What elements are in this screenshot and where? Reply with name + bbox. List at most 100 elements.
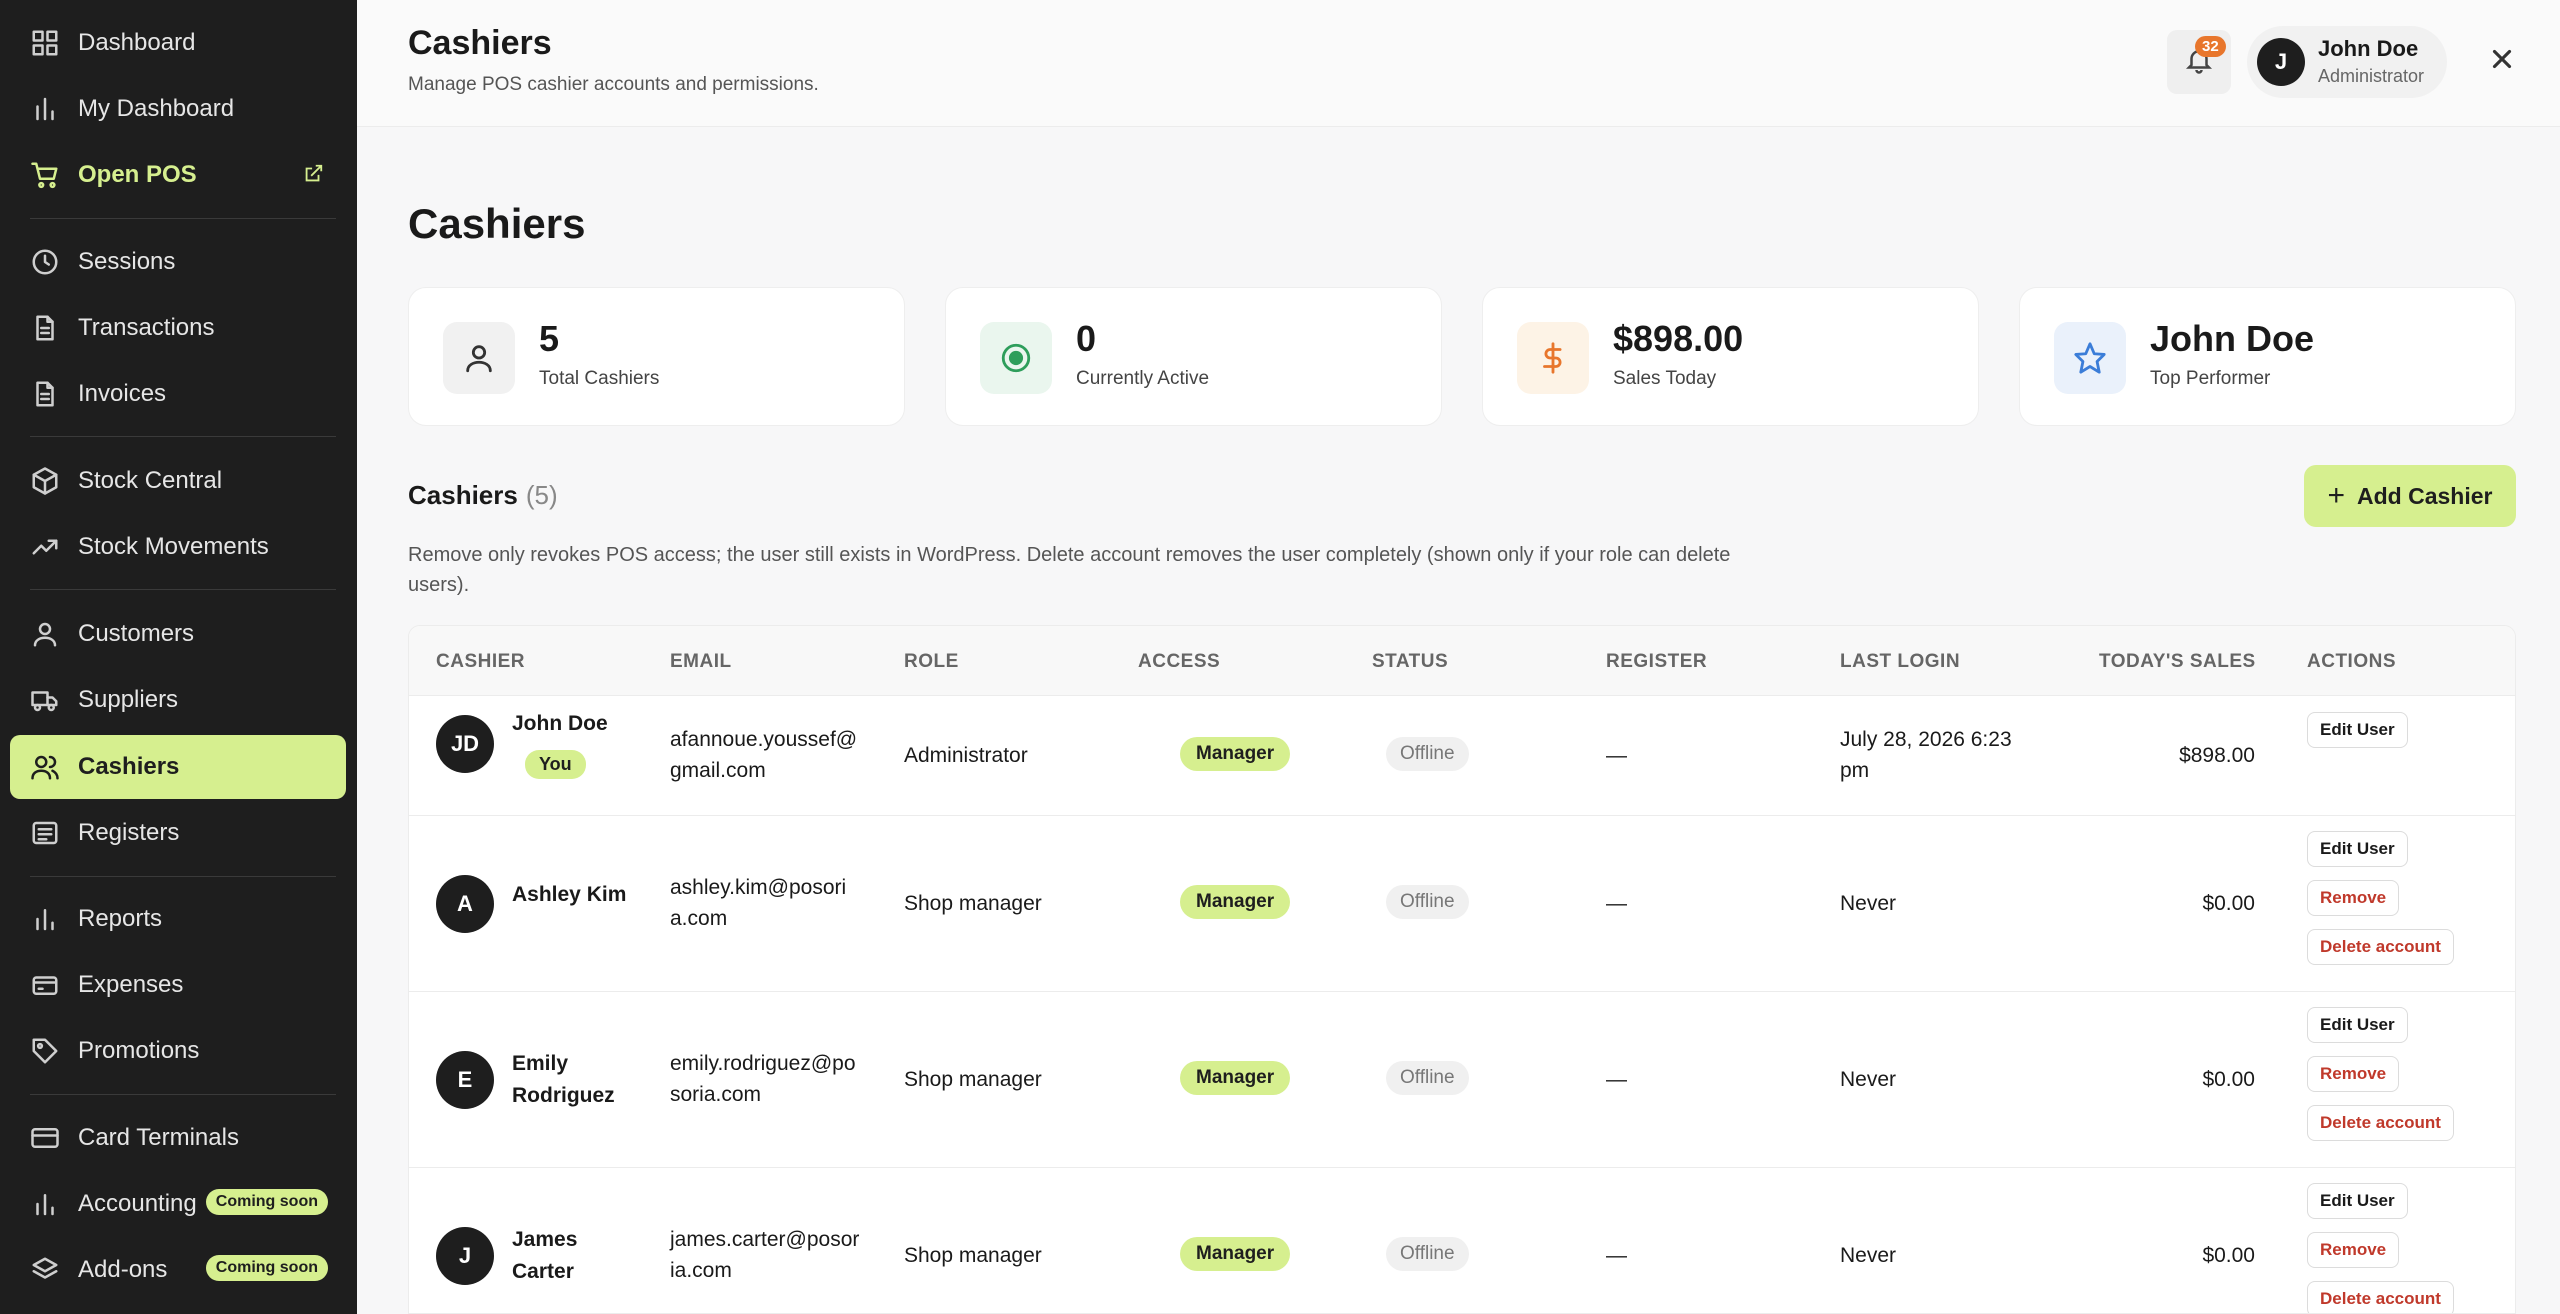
sidebar-item-registers[interactable]: Registers	[10, 801, 346, 865]
bar-chart-icon	[30, 94, 60, 124]
sidebar-item-label: Expenses	[78, 971, 184, 998]
user-icon	[443, 322, 515, 394]
sidebar-item-expenses[interactable]: Expenses	[10, 953, 346, 1017]
sidebar-item-label: Cashiers	[78, 753, 180, 780]
sidebar-item-label: Promotions	[78, 1037, 200, 1064]
bar-chart-icon	[30, 1189, 60, 1219]
sidebar-divider	[30, 436, 336, 437]
edit-user-button[interactable]: Edit User	[2307, 1183, 2408, 1219]
cashier-role: Shop manager	[904, 1068, 1042, 1091]
box-icon	[30, 466, 60, 496]
edit-user-button[interactable]: Edit User	[2307, 1007, 2408, 1043]
sidebar-item-label: My Dashboard	[78, 95, 235, 122]
avatar: J	[2257, 38, 2305, 86]
sidebar-item-transactions[interactable]: Transactions	[10, 296, 346, 360]
cashier-sales: $898.00	[2179, 744, 2255, 767]
notice-text: Remove only revokes POS access; the user…	[408, 544, 1731, 596]
user-icon	[30, 619, 60, 649]
cashiers-table: CASHIER EMAIL ROLE ACCESS STATUS REGISTE…	[408, 625, 2516, 1314]
sidebar-item-card-terminals[interactable]: Card Terminals	[10, 1106, 346, 1170]
sidebar-item-add-ons[interactable]: Add-ons Coming soon	[10, 1238, 346, 1302]
sidebar-item-dashboard[interactable]: Dashboard	[10, 11, 346, 75]
cashier-name: John Doe	[512, 712, 608, 735]
page-title: Cashiers	[408, 200, 586, 247]
sidebar-item-my-dashboard[interactable]: My Dashboard	[10, 77, 346, 141]
sidebar-item-label: Customers	[78, 620, 195, 647]
sidebar-divider	[30, 1094, 336, 1095]
grid-icon	[30, 28, 60, 58]
sidebar-item-sessions[interactable]: Sessions	[10, 230, 346, 294]
sidebar-item-invoices[interactable]: Invoices	[10, 362, 346, 426]
external-link-icon	[302, 163, 324, 185]
remove-button[interactable]: Remove	[2307, 1056, 2400, 1092]
credit-card-icon	[30, 1123, 60, 1153]
cashier-email: james.carter@posoria.com	[670, 1228, 860, 1282]
users-icon	[30, 752, 60, 782]
cashier-role: Administrator	[904, 744, 1028, 767]
edit-user-button[interactable]: Edit User	[2307, 831, 2408, 867]
sidebar-item-promotions[interactable]: Promotions	[10, 1019, 346, 1083]
sidebar-item-accounting[interactable]: Accounting Coming soon	[10, 1172, 346, 1236]
sidebar-item-reports[interactable]: Reports	[10, 887, 346, 951]
column-header: STATUS	[1372, 651, 1449, 672]
column-header: REGISTER	[1606, 651, 1708, 672]
cashier-sales: $0.00	[2202, 1068, 2255, 1091]
avatar: E	[436, 1051, 494, 1109]
user-name: John Doe	[2318, 36, 2419, 61]
sidebar-divider	[30, 876, 336, 877]
table-row: A Ashley Kim ashley.kim@posoria.com Shop…	[409, 816, 2515, 992]
stat-label: Sales Today	[1613, 368, 1717, 389]
sidebar-item-customers[interactable]: Customers	[10, 602, 346, 666]
edit-user-button[interactable]: Edit User	[2307, 712, 2408, 748]
remove-button[interactable]: Remove	[2307, 1232, 2400, 1268]
coming-soon-badge: Coming soon	[205, 1189, 328, 1215]
sidebar-item-suppliers[interactable]: Suppliers	[10, 668, 346, 732]
sidebar-item-open-pos[interactable]: Open POS	[10, 143, 346, 207]
delete-account-button[interactable]: Delete account	[2307, 929, 2454, 965]
delete-account-button[interactable]: Delete account	[2307, 1105, 2454, 1141]
tag-icon	[30, 1036, 60, 1066]
add-cashier-button[interactable]: + Add Cashier	[2304, 465, 2516, 527]
sidebar-item-label: Stock Central	[78, 467, 223, 494]
sidebar-item-label: Stock Movements	[78, 533, 269, 560]
stat-label: Currently Active	[1076, 368, 1210, 389]
cashier-register: —	[1606, 744, 1627, 767]
cashier-email: emily.rodriguez@posoria.com	[670, 1052, 856, 1106]
cashier-last-login: Never	[1840, 1244, 1897, 1267]
sidebar-item-label: Sessions	[78, 248, 176, 275]
coming-soon-badge: Coming soon	[205, 1255, 328, 1281]
sidebar-item-label: Add-ons	[78, 1256, 168, 1283]
access-badge: Manager	[1180, 1061, 1291, 1095]
cashier-email: afannoue.youssef@gmail.com	[670, 728, 858, 782]
column-header: CASHIER	[436, 651, 526, 672]
avatar: A	[436, 875, 494, 933]
sidebar-item-stock-movements[interactable]: Stock Movements	[10, 515, 346, 579]
sidebar-item-cashiers[interactable]: Cashiers	[10, 735, 346, 799]
user-menu[interactable]: J John Doe Administrator	[2247, 26, 2447, 98]
layers-icon	[30, 1255, 60, 1285]
cashier-last-login: Never	[1840, 1068, 1897, 1091]
trending-up-icon	[30, 532, 60, 562]
sidebar-item-stock-central[interactable]: Stock Central	[10, 449, 346, 513]
close-button[interactable]	[2487, 44, 2517, 74]
cashier-register: —	[1606, 1068, 1627, 1091]
status-badge: Offline	[1386, 1061, 1469, 1095]
sidebar-item-label: Invoices	[78, 380, 167, 407]
bar-chart-icon	[30, 904, 60, 934]
access-badge: Manager	[1180, 737, 1291, 771]
avatar: JD	[436, 715, 494, 773]
notification-count-badge: 32	[2195, 36, 2226, 57]
cashier-register: —	[1606, 1244, 1627, 1267]
column-header: TODAY'S SALES	[2099, 651, 2256, 672]
avatar: J	[436, 1227, 494, 1285]
cart-icon	[30, 160, 60, 190]
sidebar-item-label: Accounting	[78, 1190, 197, 1217]
close-icon	[2487, 49, 2517, 78]
sidebar-item-label: Transactions	[78, 314, 215, 341]
sidebar-item-label: Dashboard	[78, 29, 196, 56]
stat-label: Top Performer	[2150, 368, 2271, 389]
remove-button[interactable]: Remove	[2307, 880, 2400, 916]
section-count: (5)	[525, 480, 558, 510]
delete-account-button[interactable]: Delete account	[2307, 1281, 2454, 1313]
access-badge: Manager	[1180, 1237, 1291, 1271]
